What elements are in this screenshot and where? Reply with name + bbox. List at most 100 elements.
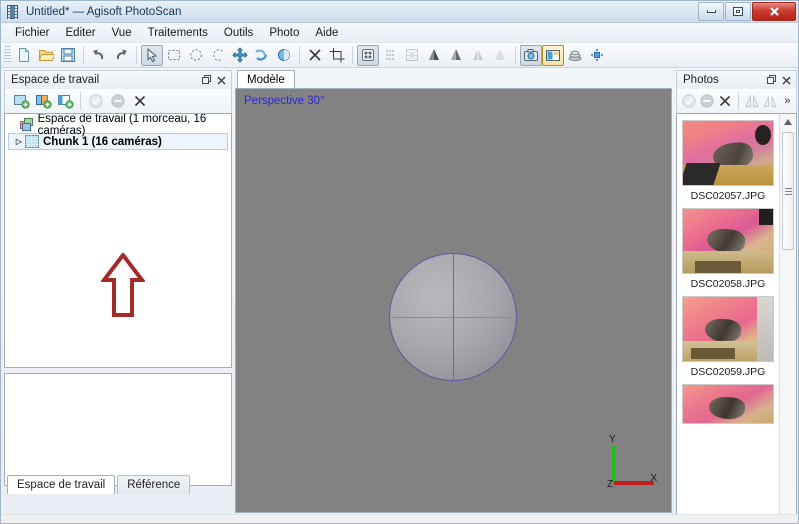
- dense-cloud-icon[interactable]: [379, 45, 401, 66]
- rectangle-selection-icon[interactable]: [163, 45, 185, 66]
- more-options-icon[interactable]: »: [779, 91, 796, 111]
- photos-list-container: DSC02057.JPG DSC02058.JPG DSC02059.JPG: [676, 113, 797, 518]
- model-tab-bar: Modèle: [235, 70, 672, 88]
- scale-object-icon[interactable]: [273, 45, 295, 66]
- show-cameras-icon[interactable]: [520, 44, 542, 66]
- list-item[interactable]: DSC02058.JPG: [677, 208, 779, 290]
- enable-icon[interactable]: [85, 91, 107, 111]
- freeform-selection-icon[interactable]: [207, 45, 229, 66]
- close-button[interactable]: [752, 2, 796, 21]
- red-up-arrow-annotation: [99, 251, 147, 317]
- remove-photo-icon[interactable]: [716, 91, 734, 111]
- disable-photo-icon[interactable]: [698, 91, 716, 111]
- photos-scrollbar[interactable]: [779, 114, 796, 517]
- list-item[interactable]: DSC02057.JPG: [677, 120, 779, 202]
- delete-selection-icon[interactable]: [304, 45, 326, 66]
- photo-filename: DSC02058.JPG: [690, 278, 766, 290]
- open-folder-icon[interactable]: [35, 45, 57, 66]
- solid-model-icon[interactable]: [445, 45, 467, 66]
- rotate-object-icon[interactable]: [251, 45, 273, 66]
- photos-list: DSC02057.JPG DSC02058.JPG DSC02059.JPG: [677, 114, 779, 517]
- toolbar-separator: [136, 46, 137, 64]
- photos-close-button[interactable]: [779, 73, 794, 88]
- model-pane: Modèle Perspective 30° Y X Z: [235, 70, 672, 514]
- workspace-close-button[interactable]: [214, 73, 229, 88]
- projection-label: Perspective 30°: [244, 95, 325, 107]
- cursor-select-icon[interactable]: [141, 44, 163, 66]
- workspace-float-button[interactable]: [199, 73, 214, 88]
- workspace-icon: [19, 118, 34, 131]
- photo-thumbnail[interactable]: [682, 208, 774, 274]
- photos-panel-title: Photos: [683, 74, 719, 86]
- workspace-properties-panel[interactable]: [4, 373, 232, 486]
- menu-outils[interactable]: Outils: [216, 25, 261, 41]
- crop-selection-icon[interactable]: [326, 45, 348, 66]
- workspace-panel-titlebar: Espace de travail: [4, 70, 232, 89]
- reset-align-icon[interactable]: [761, 91, 779, 111]
- tree-row-root[interactable]: Espace de travail (1 morceau, 16 caméras…: [5, 114, 231, 137]
- circle-selection-icon[interactable]: [185, 45, 207, 66]
- undo-icon[interactable]: [88, 45, 110, 66]
- menu-aide[interactable]: Aide: [307, 25, 346, 41]
- photo-filename: DSC02057.JPG: [690, 190, 766, 202]
- tab-reference[interactable]: Référence: [117, 475, 191, 494]
- align-photo-icon[interactable]: [743, 91, 761, 111]
- show-thumbnails-icon[interactable]: [542, 44, 564, 66]
- photo-thumbnail[interactable]: [682, 296, 774, 362]
- axis-y-label: Y: [609, 434, 616, 445]
- restore-icon: [201, 75, 211, 84]
- window-controls: [697, 2, 796, 21]
- photos-float-button[interactable]: [764, 73, 779, 88]
- menu-bar: Fichier Editer Vue Traitements Outils Ph…: [1, 23, 798, 43]
- move-object-icon[interactable]: [229, 45, 251, 66]
- photo-thumbnail[interactable]: [682, 384, 774, 424]
- bounding-sphere[interactable]: [389, 253, 517, 381]
- workspace-toolbar: [4, 89, 232, 113]
- scrollbar-thumb[interactable]: [782, 132, 794, 250]
- photo-thumbnail[interactable]: [682, 120, 774, 186]
- minimize-button[interactable]: [698, 2, 724, 21]
- maximize-button[interactable]: [725, 2, 751, 21]
- menu-editer[interactable]: Editer: [58, 25, 104, 41]
- reset-view-icon[interactable]: [586, 45, 608, 66]
- wireframe-model-icon[interactable]: [467, 45, 489, 66]
- add-chunk-icon[interactable]: [10, 91, 32, 111]
- save-icon[interactable]: [57, 45, 79, 66]
- disable-icon[interactable]: [107, 91, 129, 111]
- toolbar-grip[interactable]: [4, 46, 11, 64]
- remove-items-icon[interactable]: [129, 91, 151, 111]
- redo-icon[interactable]: [110, 45, 132, 66]
- chevron-up-icon: [784, 119, 792, 125]
- thumbnail-band: [691, 348, 735, 359]
- axis-x-label: X: [650, 473, 657, 484]
- add-photos-icon[interactable]: [32, 91, 54, 111]
- mesh-wireframe-icon[interactable]: [401, 45, 423, 66]
- textured-model-icon[interactable]: [489, 45, 511, 66]
- photos-panel-titlebar: Photos: [676, 70, 797, 89]
- new-document-icon[interactable]: [13, 45, 35, 66]
- menu-vue[interactable]: Vue: [104, 25, 140, 41]
- scroll-up-button[interactable]: [780, 114, 796, 130]
- toolbar-separator: [299, 46, 300, 64]
- menu-traitements[interactable]: Traitements: [140, 25, 216, 41]
- model-viewport[interactable]: Perspective 30° Y X Z: [235, 88, 672, 513]
- workspace-tree[interactable]: Espace de travail (1 morceau, 16 caméras…: [4, 113, 232, 368]
- point-cloud-icon[interactable]: [357, 44, 379, 66]
- region-icon[interactable]: [564, 45, 586, 66]
- photos-panel: Photos » DSC02057.JPG DSC02058.JPG DSC02…: [676, 70, 797, 520]
- close-icon: [782, 76, 791, 84]
- menu-photo[interactable]: Photo: [261, 25, 307, 41]
- chunk-expander[interactable]: ▷: [13, 137, 25, 146]
- menu-fichier[interactable]: Fichier: [7, 25, 58, 41]
- thumbnail-dark-blob: [759, 209, 773, 225]
- toolbar-separator: [352, 46, 353, 64]
- add-folder-icon[interactable]: [54, 91, 76, 111]
- chunk-label: Chunk 1 (16 caméras): [43, 135, 162, 148]
- shaded-model-icon[interactable]: [423, 45, 445, 66]
- list-item[interactable]: [677, 384, 779, 428]
- tab-modele[interactable]: Modèle: [237, 70, 295, 88]
- toolbar-separator: [515, 46, 516, 64]
- tab-espace-de-travail[interactable]: Espace de travail: [7, 475, 116, 494]
- list-item[interactable]: DSC02059.JPG: [677, 296, 779, 378]
- enable-photo-icon[interactable]: [680, 91, 698, 111]
